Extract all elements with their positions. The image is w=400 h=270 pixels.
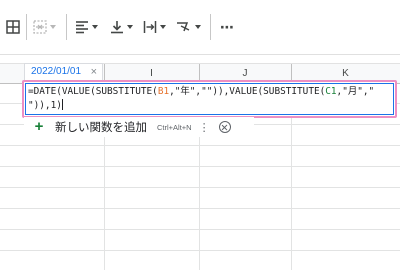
grid-line	[0, 187, 400, 188]
keyboard-shortcut-label: Ctrl+Alt+N	[157, 122, 192, 132]
grid-line	[0, 145, 400, 146]
plus-icon: +	[34, 118, 44, 135]
chevron-down-icon	[160, 25, 166, 29]
chevron-down-icon	[50, 25, 56, 29]
toolbar-divider	[66, 14, 67, 40]
close-icon[interactable]: ×	[91, 64, 97, 80]
grid-line	[0, 208, 400, 209]
close-circle-icon[interactable]	[218, 121, 231, 133]
cell-reference-c1: C1	[325, 86, 337, 97]
text-wrapping-icon	[143, 21, 157, 33]
more-options-icon: ⋯	[220, 18, 234, 35]
text-wrapping-button[interactable]	[143, 16, 166, 38]
chevron-down-icon	[195, 25, 201, 29]
formula-text: =DATE(VALUE(SUBSTITUTE(	[28, 86, 158, 97]
in-cell-formula-editor[interactable]: =DATE(VALUE(SUBSTITUTE(B1,"年","")),VALUE…	[25, 83, 394, 115]
text-cursor	[61, 99, 63, 110]
toolbar-divider	[26, 14, 27, 40]
borders-button[interactable]	[6, 16, 20, 38]
vertical-align-icon	[111, 21, 123, 34]
more-vert-icon[interactable]: ⋮	[199, 121, 210, 134]
merge-cells-button[interactable]	[33, 16, 56, 38]
horizontal-align-button[interactable]	[75, 16, 98, 38]
text-rotation-button[interactable]	[176, 16, 201, 38]
horizontal-align-icon	[76, 21, 88, 34]
formula-text: ")),1)	[28, 100, 62, 111]
formula-text: ,"年","")),VALUE(SUBSTITUTE(	[169, 86, 326, 97]
chevron-down-icon	[92, 25, 98, 29]
grid-line	[0, 250, 400, 251]
cell-value-text: 2022/01/01	[31, 66, 82, 77]
grid-line	[0, 229, 400, 230]
formula-editor-highlight: =DATE(VALUE(SUBSTITUTE(B1,"年","")),VALUE…	[22, 80, 397, 118]
toolbar-divider	[210, 14, 211, 40]
text-rotation-icon	[177, 22, 190, 32]
merge-cells-icon	[33, 20, 47, 34]
add-function-suggestion: + 新しい関数を追加 Ctrl+Alt+N ⋮	[24, 117, 254, 137]
toolbar: ⋯	[0, 0, 400, 55]
cell-value-preview: 2022/01/01 ×	[24, 63, 103, 80]
cell-reference-b1: B1	[157, 86, 170, 97]
borders-icon	[6, 20, 20, 34]
more-options-button[interactable]: ⋯	[220, 16, 234, 38]
chevron-down-icon	[127, 25, 133, 29]
formula-text: ,"月","	[336, 86, 375, 97]
vertical-align-button[interactable]	[110, 16, 133, 38]
add-function-button[interactable]: 新しい関数を追加	[55, 119, 147, 135]
grid-line	[0, 166, 400, 167]
